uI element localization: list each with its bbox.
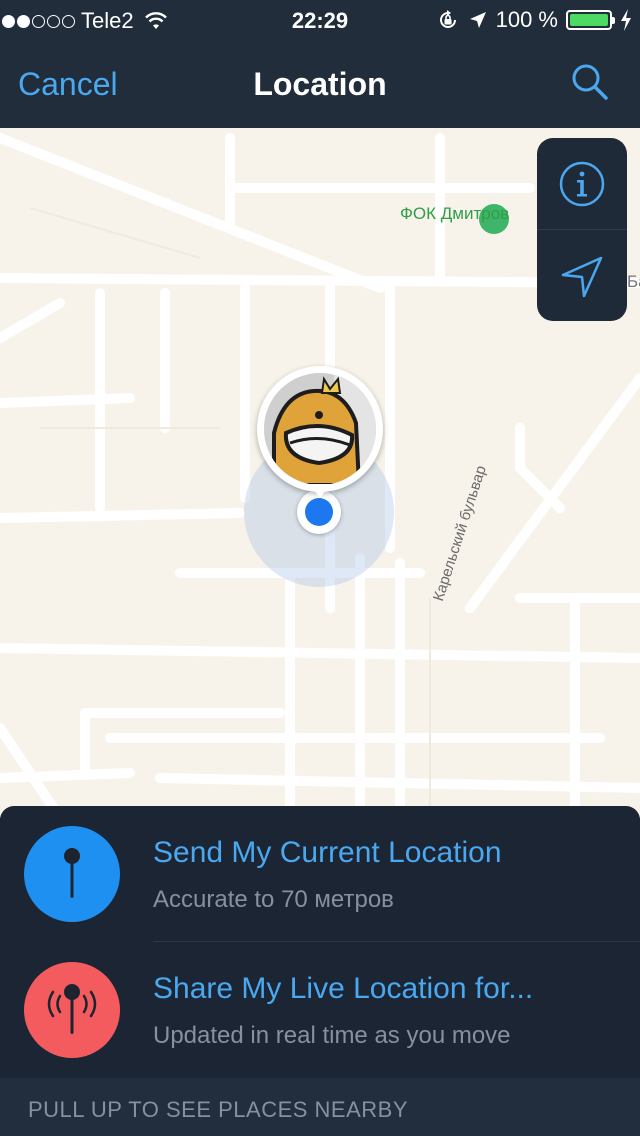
send-current-location-row[interactable]: Send My Current Location Accurate to 70 … (0, 806, 640, 942)
send-location-subtitle: Accurate to 70 метров (153, 886, 394, 913)
send-location-title: Send My Current Location (153, 836, 502, 869)
avatar-pin[interactable] (257, 366, 383, 498)
map-controls (537, 138, 627, 321)
map-view[interactable]: ФОК Дмитров Карельский бульвар Ба (0, 128, 640, 818)
location-actions-sheet: Send My Current Location Accurate to 70 … (0, 806, 640, 1136)
battery-fill (570, 14, 608, 26)
pull-up-bar[interactable]: PULL UP TO SEE PLACES NEARBY (0, 1078, 640, 1136)
location-arrow-icon (469, 12, 486, 28)
user-location-dot-inner (305, 498, 333, 526)
navigation-arrow-icon[interactable] (537, 230, 627, 321)
battery-icon (566, 10, 615, 30)
live-location-icon-circle (24, 962, 120, 1058)
send-location-icon-circle (24, 826, 120, 922)
status-right: 100 % (436, 7, 632, 33)
pull-up-label: PULL UP TO SEE PLACES NEARBY (28, 1097, 409, 1122)
status-bar: Tele2 22:29 100 % (0, 0, 640, 40)
live-pin-icon (47, 984, 97, 1034)
navigation-bar: Cancel Location (0, 40, 640, 128)
cancel-button[interactable]: Cancel (18, 66, 118, 103)
live-location-title: Share My Live Location for... (153, 972, 534, 1005)
orientation-lock-icon (439, 10, 456, 28)
battery-percent: 100 % (495, 7, 558, 32)
search-icon[interactable] (570, 62, 610, 102)
avatar-image (264, 373, 376, 485)
pin-icon (64, 848, 80, 898)
live-location-subtitle: Updated in real time as you move (153, 1022, 511, 1049)
map-edge-label: Ба (627, 272, 640, 291)
charging-bolt-icon (621, 9, 631, 31)
info-icon[interactable] (537, 138, 627, 229)
poi-label[interactable]: ФОК Дмитров (400, 204, 509, 224)
share-live-location-row[interactable]: Share My Live Location for... Updated in… (0, 942, 640, 1078)
avatar (264, 373, 376, 485)
